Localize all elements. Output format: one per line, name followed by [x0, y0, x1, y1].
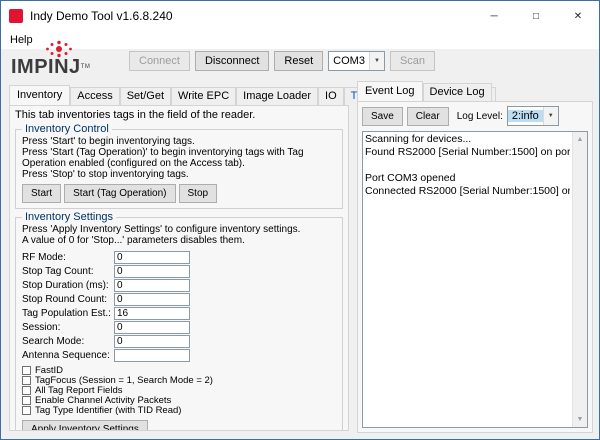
tab-event-log[interactable]: Event Log [357, 81, 423, 101]
inventory-settings-group: Inventory Settings Press 'Apply Inventor… [15, 211, 343, 431]
inventory-intro-text: This tab inventories tags in the field o… [15, 109, 343, 121]
rf-mode-input[interactable] [114, 251, 190, 264]
search-mode-input[interactable] [114, 335, 190, 348]
stop-tag-count-label: Stop Tag Count: [22, 266, 114, 277]
stop-round-count-input[interactable] [114, 293, 190, 306]
field-row-stop-round-count: Stop Round Count: [22, 292, 336, 306]
field-row-tag-population: Tag Population Est.: [22, 306, 336, 320]
antenna-sequence-input[interactable] [114, 349, 190, 362]
checkbox-row-fastid[interactable]: FastID [22, 365, 336, 375]
tab-image-loader[interactable]: Image Loader [236, 87, 318, 105]
tag-population-label: Tag Population Est.: [22, 308, 114, 319]
inventory-control-title: Inventory Control [22, 123, 112, 135]
apply-inventory-settings-button[interactable]: Apply Inventory Settings [22, 420, 148, 431]
reset-button[interactable]: Reset [274, 51, 323, 71]
inventory-settings-title: Inventory Settings [22, 211, 116, 223]
chevron-down-icon[interactable]: ▼ [369, 52, 384, 70]
minimize-button[interactable]: ─ [473, 1, 515, 31]
vertical-scrollbar[interactable]: ▲ ▼ [572, 132, 587, 427]
control-instruction-3: Press 'Stop' to stop inventorying tags. [22, 169, 336, 180]
log-level-label: Log Level: [457, 111, 503, 122]
rf-mode-label: RF Mode: [22, 252, 114, 263]
window-title: Indy Demo Tool v1.6.8.240 [30, 9, 173, 23]
checkbox-row-channel-activity[interactable]: Enable Channel Activity Packets [22, 395, 336, 405]
tab-io[interactable]: IO [318, 87, 344, 105]
control-instruction-1: Press 'Start' to begin inventorying tags… [22, 136, 336, 147]
stop-tag-count-input[interactable] [114, 265, 190, 278]
stop-round-count-label: Stop Round Count: [22, 294, 114, 305]
settings-checkboxes: FastID TagFocus (Session = 1, Search Mod… [22, 365, 336, 415]
fastid-checkbox[interactable] [22, 366, 31, 375]
stop-button[interactable]: Stop [179, 184, 218, 203]
log-line: Port COM3 opened [365, 172, 570, 185]
inventory-tab-page: This tab inventories tags in the field o… [9, 105, 349, 431]
all-tag-report-checkbox[interactable] [22, 386, 31, 395]
settings-fields: RF Mode: Stop Tag Count: Stop Duration (… [22, 250, 336, 362]
chevron-down-icon[interactable]: ▼ [543, 107, 558, 125]
title-bar: Indy Demo Tool v1.6.8.240 ─ □ ✕ [1, 1, 599, 31]
log-tab-strip: Event Log Device Log [357, 83, 492, 101]
disconnect-button[interactable]: Disconnect [195, 51, 269, 71]
tag-population-input[interactable] [114, 307, 190, 320]
log-line: Found RS2000 [Serial Number:1500] on por… [365, 146, 570, 159]
log-line: Scanning for devices... [365, 133, 570, 146]
session-input[interactable] [114, 321, 190, 334]
log-line: Connected RS2000 [Serial Number:1500] on… [365, 185, 570, 198]
field-row-search-mode: Search Mode: [22, 334, 336, 348]
stop-duration-input[interactable] [114, 279, 190, 292]
tagfocus-checkbox[interactable] [22, 376, 31, 385]
checkbox-row-all-tag-report[interactable]: All Tag Report Fields [22, 385, 336, 395]
event-log-content: Scanning for devices... Found RS2000 [Se… [365, 133, 570, 426]
tab-write-epc[interactable]: Write EPC [171, 87, 236, 105]
tag-type-identifier-label: Tag Type Identifier (with TID Read) [35, 405, 181, 416]
event-log-textbox[interactable]: Scanning for devices... Found RS2000 [Se… [362, 131, 588, 428]
field-row-stop-tag-count: Stop Tag Count: [22, 264, 336, 278]
save-button[interactable]: Save [362, 107, 403, 126]
tag-type-identifier-checkbox[interactable] [22, 406, 31, 415]
antenna-sequence-label: Antenna Sequence: [22, 350, 114, 361]
logo-text: IMPINJTM [11, 58, 115, 76]
field-row-session: Session: [22, 320, 336, 334]
start-button[interactable]: Start [22, 184, 61, 203]
toolbar: Connect Disconnect Reset COM3 ▼ Scan [129, 51, 435, 71]
tab-access[interactable]: Access [70, 87, 119, 105]
settings-instruction-1: Press 'Apply Inventory Settings' to conf… [22, 224, 336, 235]
tab-inventory[interactable]: Inventory [9, 85, 70, 105]
log-level-value: 2:info [508, 110, 543, 122]
connect-button: Connect [129, 51, 190, 71]
field-row-stop-duration: Stop Duration (ms): [22, 278, 336, 292]
app-icon [9, 9, 23, 23]
control-instruction-2: Press 'Start (Tag Operation)' to begin i… [22, 147, 336, 169]
com-port-value: COM3 [329, 55, 369, 67]
field-row-rf-mode: RF Mode: [22, 250, 336, 264]
tab-set-get[interactable]: Set/Get [120, 87, 171, 105]
log-line [365, 159, 570, 172]
channel-activity-checkbox[interactable] [22, 396, 31, 405]
settings-instruction-2: A value of 0 for 'Stop...' parameters di… [22, 235, 336, 246]
checkbox-row-tagfocus[interactable]: TagFocus (Session = 1, Search Mode = 2) [22, 375, 336, 385]
event-log-panel: Save Clear Log Level: 2:info ▼ Scanning … [357, 101, 593, 433]
start-tag-operation-button[interactable]: Start (Tag Operation) [64, 184, 175, 203]
logo-tm: TM [81, 64, 91, 70]
checkbox-row-tag-type-identifier[interactable]: Tag Type Identifier (with TID Read) [22, 405, 336, 415]
logo-wordmark: IMPINJ [11, 56, 81, 78]
log-level-dropdown[interactable]: 2:info ▼ [507, 106, 559, 126]
inventory-control-group: Inventory Control Press 'Start' to begin… [15, 123, 343, 209]
impinj-logo: IMPINJTM [11, 40, 115, 76]
scan-button: Scan [390, 51, 435, 71]
scroll-up-icon[interactable]: ▲ [573, 132, 587, 147]
stop-duration-label: Stop Duration (ms): [22, 280, 114, 291]
search-mode-label: Search Mode: [22, 336, 114, 347]
app-window: Indy Demo Tool v1.6.8.240 ─ □ ✕ Help IM [0, 0, 600, 440]
com-port-dropdown[interactable]: COM3 ▼ [328, 51, 385, 71]
tab-device-log[interactable]: Device Log [423, 83, 492, 101]
log-controls: Save Clear Log Level: 2:info ▼ [362, 106, 588, 126]
session-label: Session: [22, 322, 114, 333]
maximize-button[interactable]: □ [515, 1, 557, 31]
clear-button[interactable]: Clear [407, 107, 449, 126]
scroll-down-icon[interactable]: ▼ [573, 412, 587, 427]
field-row-antenna-sequence: Antenna Sequence: [22, 348, 336, 362]
close-button[interactable]: ✕ [557, 1, 599, 31]
